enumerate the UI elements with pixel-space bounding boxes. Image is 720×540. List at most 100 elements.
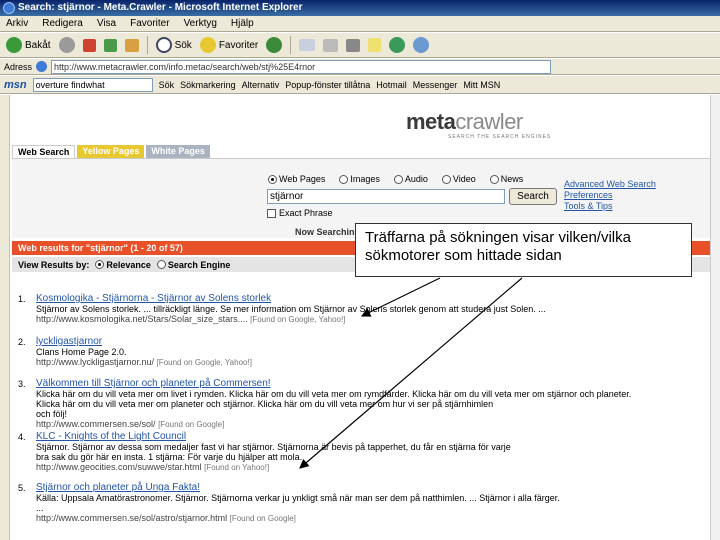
mail-button[interactable] [297,35,317,56]
edit-icon [346,38,361,52]
result-description: Stjärnor av Solens storlek. ... tillräck… [36,304,546,314]
note-icon [368,38,382,52]
discuss-button[interactable] [366,35,383,56]
menu-item-verktyg[interactable]: Verktyg [184,18,217,29]
radio-label: Search Engine [167,259,231,270]
msn-search-input[interactable]: overture findwhat [32,77,153,92]
address-label: Adress [4,61,33,72]
msn-bookmark-button[interactable]: Sökmarkering [180,80,236,90]
result-source: [Found on Google] [229,514,296,523]
radio-label: Audio [404,174,428,184]
result-title-link[interactable]: KLC - Knights of the Light Council [36,432,696,442]
magnifier-icon [155,37,172,53]
printer-icon [323,38,339,52]
result-title-link[interactable]: Välkommen till Stjärnor och planeter på … [36,379,696,389]
radio-label: Relevance [106,259,151,270]
search-submit-button[interactable]: Search [509,188,557,205]
metacrawler-logo[interactable]: metacrawler [406,109,523,135]
result-description: Klicka här om du vill veta mer om livet … [36,389,632,399]
address-bar: Adress http://www.metacrawler.com/info.m… [0,59,720,75]
back-button[interactable]: Bakåt [4,35,53,56]
result-source: [Found on Google, Yahoo!] [250,315,346,324]
result-description-cont: bra sak du gör här en insta. 1 stjärna: … [36,452,303,462]
back-label: Bakåt [25,39,51,51]
tab-web-search[interactable]: Web Search [12,145,76,158]
people-icon [413,37,430,53]
result-title-link[interactable]: Kosmologika - Stjärnorna - Stjärnor av S… [36,294,696,304]
result-source: [Found on Yahoo!] [204,463,270,472]
msn-hotmail-button[interactable]: Hotmail [376,80,407,90]
window-title: Search: stjärnor - Meta.Crawler - Micros… [18,2,303,13]
checkbox-box [267,208,276,218]
refresh-button[interactable] [102,35,119,56]
mail-icon [299,39,316,51]
search-links: Advanced Web Search Preferences Tools & … [564,179,656,212]
favorites-label: Favoriter [218,39,259,51]
print-button[interactable] [321,35,340,56]
history-icon [266,37,283,53]
radio-search-engine[interactable]: Search Engine [156,259,231,270]
msn-alternatives-button[interactable]: Alternativ [242,80,280,90]
radio-video[interactable]: Video [441,174,476,184]
result-description-cont: ... [36,503,44,513]
radio-dot [489,174,499,184]
result-url: http://www.commersen.se/sol/astro/stjarn… [36,513,228,523]
radio-dot [441,174,451,184]
radio-label: Images [350,174,380,184]
result-title-link[interactable]: lyckligastjarnor [36,337,696,347]
result-url: http://www.geocities.com/suwwe/star.html [36,462,202,472]
view-label: View Results by: [18,259,90,270]
research-button[interactable] [411,35,431,56]
radio-relevance[interactable]: Relevance [95,260,151,270]
exact-phrase-checkbox[interactable]: Exact Phrase [267,208,333,218]
stop-icon [82,38,96,52]
result-description-cont: och följ! [36,409,68,419]
search-button[interactable]: Sök [154,35,194,56]
radio-web-pages[interactable]: Web Pages [268,174,325,184]
forward-arrow-icon [58,37,75,53]
logo-meta: meta [406,109,456,134]
result-number: 4. [18,432,26,442]
home-button[interactable] [123,35,141,56]
msn-logo: msn [4,78,27,91]
msn-messenger-button[interactable]: Messenger [413,80,458,90]
tab-yellow-pages[interactable]: Yellow Pages [77,145,145,158]
window-titlebar: Search: stjärnor - Meta.Crawler - Micros… [0,0,720,16]
tab-white-pages[interactable]: White Pages [146,145,210,158]
radio-dot [156,260,166,269]
back-arrow-icon [6,37,22,53]
result-title-link[interactable]: Stjärnor och planeter på Unga Fakta! [36,483,696,493]
menu-bar: Arkiv Redigera Visa Favoriter Verktyg Hj… [0,16,720,32]
radio-images[interactable]: Images [339,174,380,184]
advanced-search-link[interactable]: Advanced Web Search [564,179,656,190]
radio-news[interactable]: News [489,174,523,184]
search-tabs: Web Search Yellow Pages White Pages [12,145,212,159]
forward-button[interactable] [57,35,77,56]
address-input[interactable]: http://www.metacrawler.com/info.metac/se… [51,59,552,74]
favorites-button[interactable]: Favoriter [198,35,260,56]
messenger-toolbar-button[interactable] [387,35,407,56]
tools-tips-link[interactable]: Tools & Tips [564,201,656,212]
search-input[interactable]: stjärnor [267,189,505,204]
preferences-link[interactable]: Preferences [564,190,656,201]
menu-item-redigera[interactable]: Redigera [42,18,83,29]
msn-popup-button[interactable]: Popup-fönster tillåtna [285,80,370,90]
vertical-scrollbar[interactable] [710,95,720,540]
menu-item-arkiv[interactable]: Arkiv [6,18,28,29]
exact-phrase-label: Exact Phrase [279,208,333,218]
radio-dot [268,174,277,184]
msn-search-button[interactable]: Sök [159,80,175,90]
history-button[interactable] [264,35,284,56]
msn-mymsn-button[interactable]: Mitt MSN [463,80,500,90]
page-icon [36,61,48,72]
result-number: 3. [18,379,26,389]
now-searching-label: Now Searching [295,227,361,237]
menu-item-favoriter[interactable]: Favoriter [130,18,169,29]
menu-item-hjalp[interactable]: Hjälp [231,18,254,29]
edit-button[interactable] [344,35,362,56]
result-number: 2. [18,337,26,347]
stop-button[interactable] [81,35,98,56]
search-type-radios: Web Pages Images Audio Video News [268,174,523,184]
radio-audio[interactable]: Audio [393,174,428,184]
menu-item-visa[interactable]: Visa [97,18,116,29]
